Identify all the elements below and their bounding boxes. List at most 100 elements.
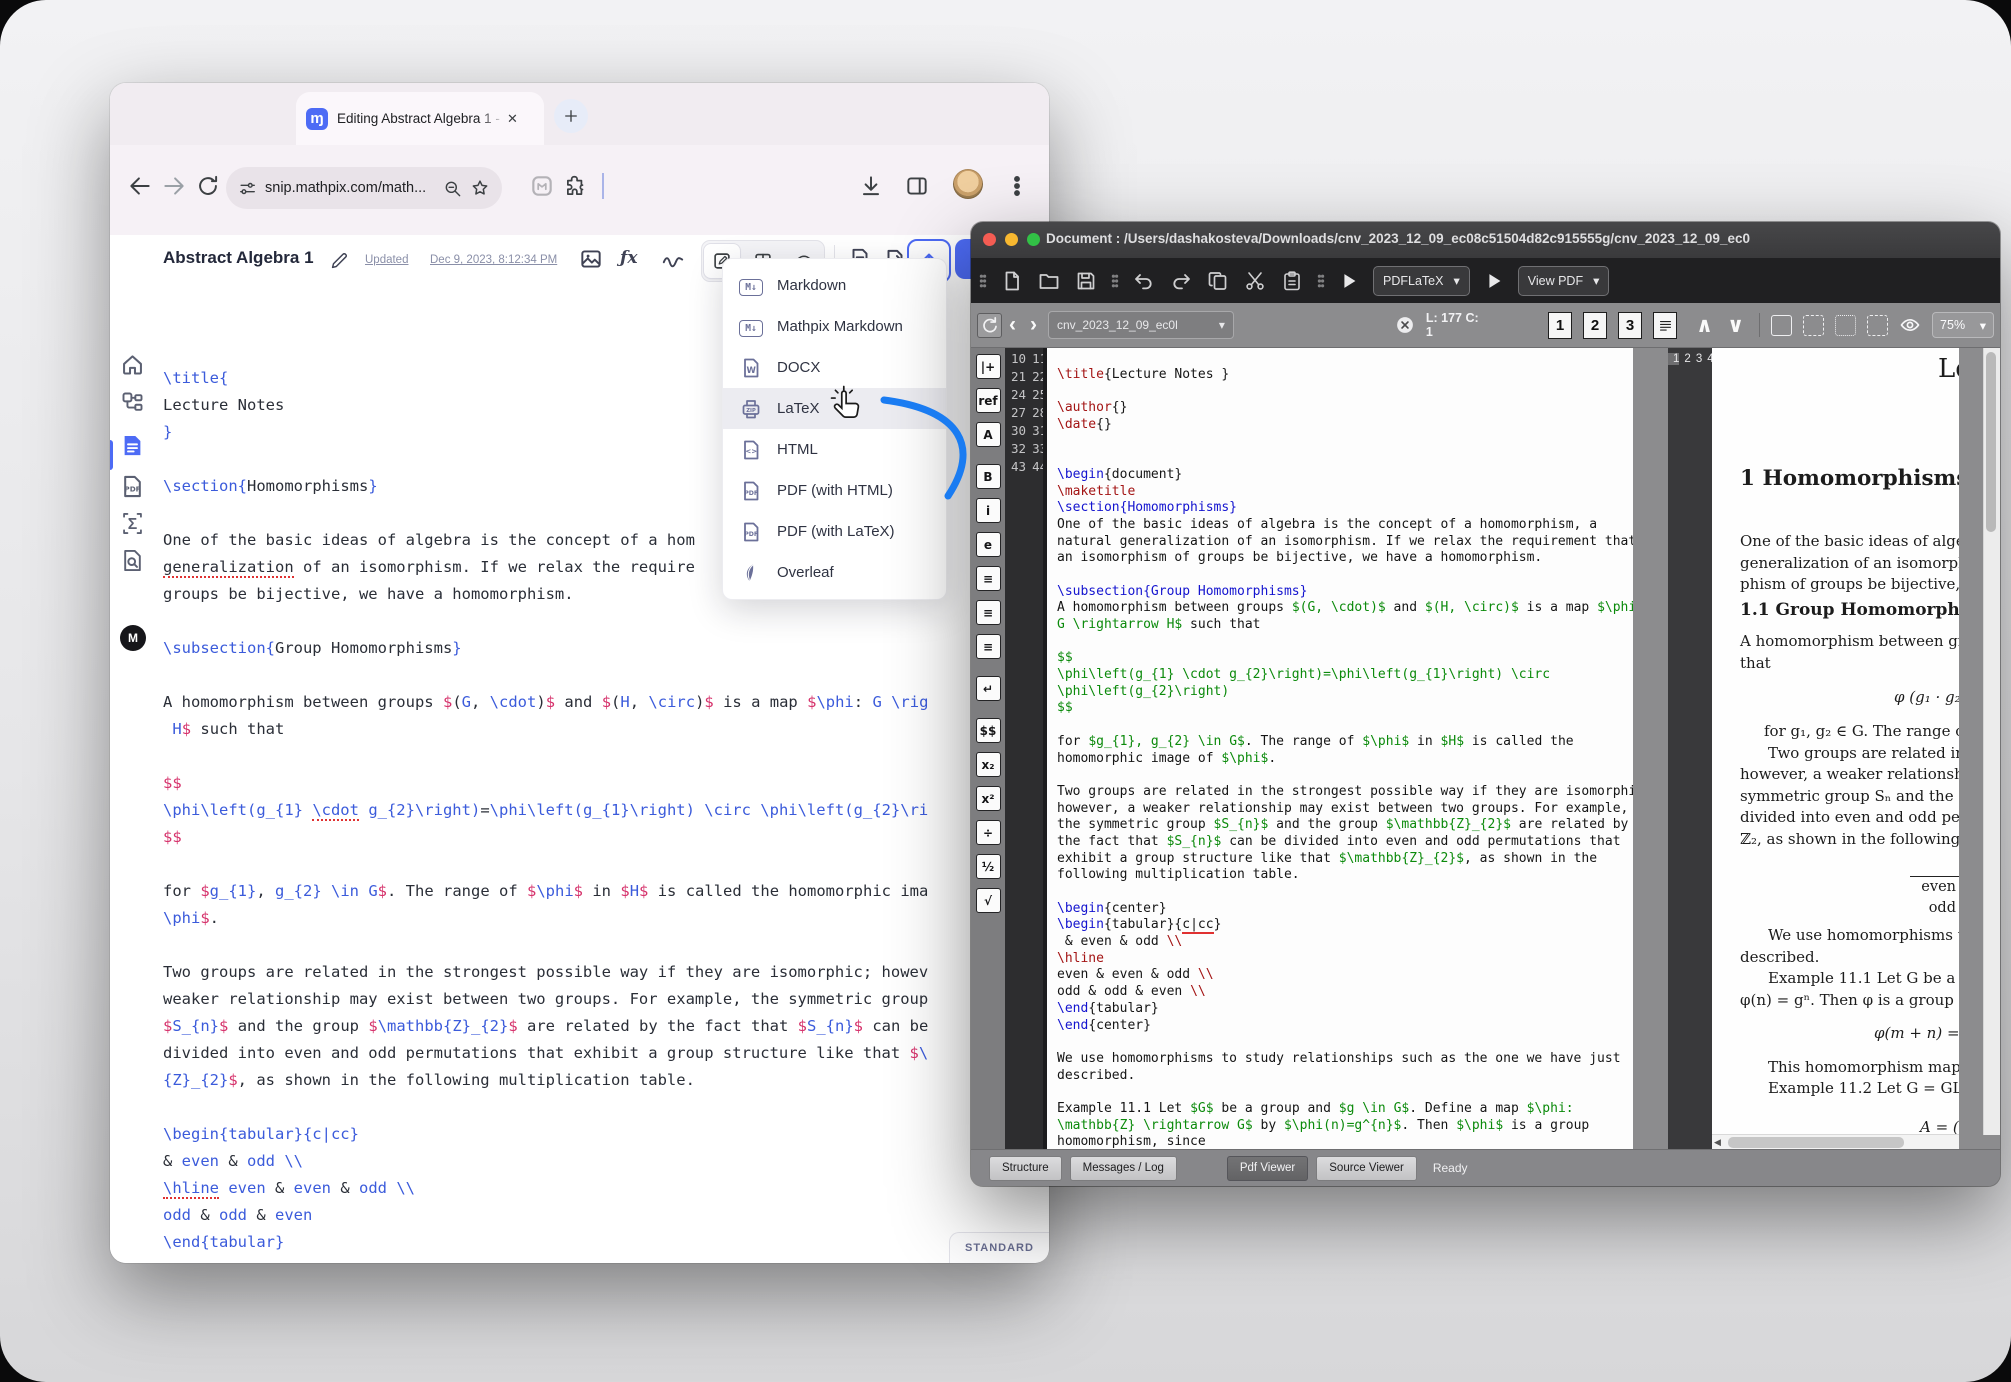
page-count-button-2[interactable]: 2: [1583, 312, 1607, 339]
tex-source-line[interactable]: [1057, 450, 1633, 467]
zoom-dropdown[interactable]: 75%▾: [1932, 312, 1994, 338]
tex-source-line[interactable]: odd & odd & even \\: [1057, 984, 1633, 1001]
bookmark-star-icon[interactable]: [470, 178, 490, 198]
source-line[interactable]: \phi\left(g_{1} \cdot g_{2}\right)=\phi\…: [155, 797, 1049, 824]
tex-source-line[interactable]: [1057, 884, 1633, 901]
source-line[interactable]: \hline even & even & odd \\: [155, 1175, 1049, 1202]
view-run-icon[interactable]: [1483, 270, 1505, 292]
select-region-icon[interactable]: [1803, 315, 1824, 336]
zoom-icon[interactable]: [443, 179, 462, 198]
tex-source-line[interactable]: homomorphic image of $\phi$.: [1057, 751, 1633, 768]
pdf-horizontal-scrollbar[interactable]: ◀: [1712, 1134, 1959, 1150]
tex-source-line[interactable]: $$: [1057, 650, 1633, 667]
crop-tool-icon[interactable]: [1771, 315, 1792, 336]
cut-icon[interactable]: [1243, 269, 1267, 293]
source-line[interactable]: Two groups are related in the strongest …: [155, 959, 1049, 986]
tex-source-line[interactable]: \begin{tabular}{c|cc}: [1057, 917, 1633, 934]
tool-√[interactable]: √: [976, 888, 1001, 913]
handwriting-icon[interactable]: [660, 246, 686, 272]
tex-source-line[interactable]: [1057, 350, 1633, 367]
tex-source-line[interactable]: \subsection{Group Homomorphisms}: [1057, 584, 1633, 601]
tex-source-line[interactable]: \phi\left(g_{1} \cdot g_{2}\right)=\phi\…: [1057, 667, 1633, 684]
tool-↵[interactable]: ↵: [976, 676, 1001, 701]
menu-item-pdf-with-latex-[interactable]: PDFPDF (with LaTeX): [723, 511, 946, 552]
tex-source-line[interactable]: the fact that $S_{n}$ can be divided int…: [1057, 834, 1633, 851]
nav-forward-icon[interactable]: ›: [1023, 313, 1044, 337]
image-view-icon[interactable]: [578, 246, 604, 272]
fx-icon[interactable]: ƒx: [620, 248, 646, 274]
source-line[interactable]: [155, 743, 1049, 770]
source-line[interactable]: $S_{n}$ and the group $\mathbb{Z}_{2}$ a…: [155, 1013, 1049, 1040]
tool-≡[interactable]: ≡: [976, 566, 1001, 591]
source-line[interactable]: {Z}_{2}$, as shown in the following mult…: [155, 1067, 1049, 1094]
tool-i[interactable]: i: [976, 498, 1001, 523]
status-tab-messages-log[interactable]: Messages / Log: [1070, 1156, 1177, 1181]
tex-source-editor[interactable]: \title{Lecture Notes } \author{}\date{} …: [1047, 348, 1633, 1150]
browser-tab[interactable]: ɱ Editing Abstract Algebra 1 - S ✕: [296, 92, 544, 145]
tex-source-line[interactable]: [1057, 1034, 1633, 1051]
fit-width-icon[interactable]: [1867, 315, 1888, 336]
source-line[interactable]: for $g_{1}, g_{2} \in G$. The range of $…: [155, 878, 1049, 905]
tex-source-line[interactable]: $$: [1057, 700, 1633, 717]
menu-item-latex[interactable]: ZIPLaTeX: [723, 388, 946, 429]
tool-ref[interactable]: ref: [976, 388, 1001, 413]
file-tab-dropdown[interactable]: cnv_2023_12_09_ec0l▾: [1048, 311, 1234, 339]
typeset-command-dropdown[interactable]: PDFLaTeX▾: [1373, 266, 1470, 296]
source-line[interactable]: $$: [155, 824, 1049, 851]
tool-÷[interactable]: ÷: [976, 820, 1001, 845]
source-line[interactable]: \begin{tabular}{c|cc}: [155, 1121, 1049, 1148]
tex-source-line[interactable]: \date{}: [1057, 417, 1633, 434]
sidebar-item-docsearch-icon[interactable]: [119, 547, 146, 574]
pdf-page-thumb-1[interactable]: 1: [1668, 353, 1679, 365]
page-layout-button[interactable]: [1653, 312, 1677, 339]
tex-source-line[interactable]: \title{Lecture Notes }: [1057, 367, 1633, 384]
source-line[interactable]: weaker relationship may exist between tw…: [155, 986, 1049, 1013]
source-line[interactable]: \end{tabular}: [155, 1229, 1049, 1256]
page-count-button-1[interactable]: 1: [1548, 312, 1572, 339]
mathpix-extension-icon[interactable]: [529, 173, 555, 199]
tab-close-icon[interactable]: ✕: [507, 111, 518, 127]
source-line[interactable]: \phi$.: [155, 905, 1049, 932]
sync-icon[interactable]: [977, 313, 1002, 338]
tex-source-line[interactable]: even & even & odd \\: [1057, 967, 1633, 984]
side-panel-icon[interactable]: [904, 173, 930, 199]
close-window-button[interactable]: [983, 233, 996, 246]
profile-avatar[interactable]: [953, 169, 983, 199]
tex-source-line[interactable]: Example 11.1 Let $G$ be a group and $g \…: [1057, 1101, 1633, 1118]
tex-source-line[interactable]: [1057, 1084, 1633, 1101]
menu-item-docx[interactable]: WDOCX: [723, 347, 946, 388]
source-line[interactable]: [155, 851, 1049, 878]
document-title[interactable]: Abstract Algebra 1: [163, 248, 314, 268]
tool-≡[interactable]: ≡: [976, 634, 1001, 659]
tool-x₂[interactable]: x₂: [976, 752, 1001, 777]
nav-back-icon[interactable]: ‹: [1002, 313, 1023, 337]
updated-label[interactable]: Updated: [365, 254, 408, 266]
menu-item-mathpix-markdown[interactable]: M↓Mathpix Markdown: [723, 306, 946, 347]
tex-source-line[interactable]: \section{Homomorphisms}: [1057, 500, 1633, 517]
scroll-down-icon[interactable]: ∨: [1720, 313, 1751, 338]
zoom-window-button[interactable]: [1027, 233, 1040, 246]
tex-source-line[interactable]: for $g_{1}, g_{2} \in G$. The range of $…: [1057, 734, 1633, 751]
source-line[interactable]: $$: [155, 770, 1049, 797]
status-tab-structure[interactable]: Structure: [989, 1156, 1062, 1181]
pdf-page-thumb-2[interactable]: 2: [1679, 353, 1690, 365]
tex-source-line[interactable]: [1057, 767, 1633, 784]
tool-|+[interactable]: |+: [976, 354, 1001, 379]
tex-source-line[interactable]: \maketitle: [1057, 484, 1633, 501]
tex-source-line[interactable]: [1057, 383, 1633, 400]
sidebar-item-docblue-icon[interactable]: [119, 432, 146, 459]
tex-source-line[interactable]: A homomorphism between groups $(G, \cdot…: [1057, 600, 1633, 617]
tex-source-line[interactable]: \end{tabular}: [1057, 1001, 1633, 1018]
tex-source-line[interactable]: the symmetric group $S_{n}$ and the grou…: [1057, 817, 1633, 834]
forward-icon[interactable]: [161, 173, 187, 199]
source-line[interactable]: \subsection{Group Homomorphisms}: [155, 635, 1049, 662]
tex-source-line[interactable]: \mathbb{Z} \rightarrow G$ by $\phi(n)=g^…: [1057, 1118, 1633, 1135]
source-line[interactable]: [155, 662, 1049, 689]
tex-source-line[interactable]: \begin{document}: [1057, 467, 1633, 484]
paste-icon[interactable]: [1280, 269, 1304, 293]
menu-item-pdf-with-html-[interactable]: PDFPDF (with HTML): [723, 470, 946, 511]
minimize-window-button[interactable]: [1005, 233, 1018, 246]
extensions-icon[interactable]: [563, 173, 589, 199]
source-line[interactable]: [155, 1256, 1049, 1263]
source-line[interactable]: [155, 1094, 1049, 1121]
